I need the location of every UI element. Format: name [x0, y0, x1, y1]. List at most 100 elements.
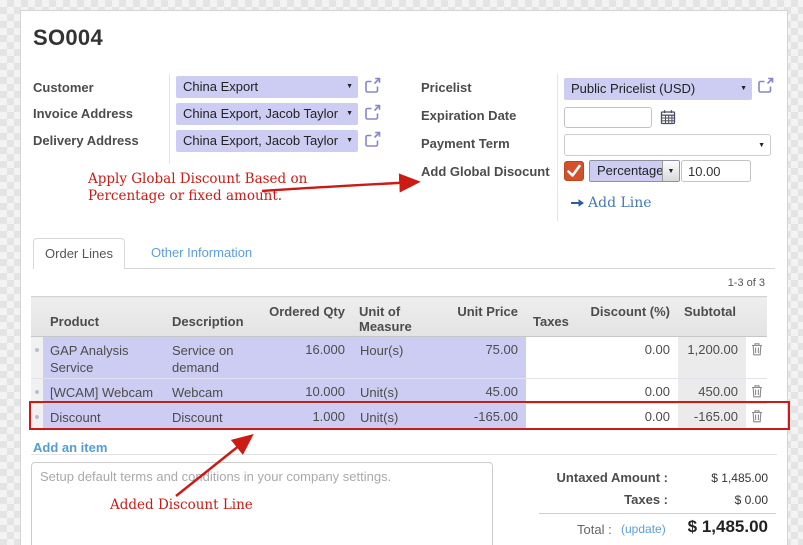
expiration-date-input[interactable]: [564, 107, 652, 128]
pager[interactable]: 1-3 of 3: [728, 277, 765, 289]
cell-taxes[interactable]: [526, 404, 584, 429]
discount-value-input[interactable]: [681, 160, 751, 182]
invoice-address-external-link-icon[interactable]: [364, 104, 381, 121]
cell-product[interactable]: [WCAM] Webcam: [43, 379, 165, 404]
discount-type-select[interactable]: Percentage ▼: [589, 160, 680, 182]
invoice-address-label: Invoice Address: [33, 106, 133, 121]
annotation-line-3: Added Discount Line: [110, 497, 253, 513]
pricelist-external-link-icon[interactable]: [757, 77, 774, 94]
taxes-total-value: $ 0.00: [638, 493, 768, 507]
cell-qty[interactable]: 1.000: [263, 404, 353, 429]
cell-description[interactable]: Webcam: [165, 379, 263, 404]
table-row-discount[interactable]: Discount Discount 1.000 Unit(s) -165.00 …: [31, 404, 767, 429]
cell-qty[interactable]: 10.000: [263, 379, 353, 404]
tab-order-lines[interactable]: Order Lines: [33, 238, 125, 269]
delete-row-icon[interactable]: [751, 409, 763, 426]
payment-term-select[interactable]: ▼: [564, 134, 771, 156]
global-discount-checkbox[interactable]: [564, 161, 584, 181]
total-label: Total :: [577, 522, 612, 537]
cell-unit-price[interactable]: 75.00: [451, 337, 526, 379]
delivery-address-external-link-icon[interactable]: [364, 131, 381, 148]
customer-external-link-icon[interactable]: [364, 77, 381, 94]
chevron-down-icon: ▼: [346, 130, 353, 152]
annotation-added-discount-line: Added Discount Line: [110, 497, 253, 514]
annotation-line-1: Apply Global Discount Based on: [88, 171, 307, 187]
cell-qty[interactable]: 16.000: [263, 337, 353, 379]
cell-unit-price[interactable]: -165.00: [451, 404, 526, 429]
untaxed-amount-value: $ 1,485.00: [638, 471, 768, 485]
cell-discount[interactable]: 0.00: [584, 404, 678, 429]
cell-discount[interactable]: 0.00: [584, 379, 678, 404]
add-an-item-link[interactable]: Add an item: [33, 440, 107, 455]
cell-subtotal: -165.00: [678, 404, 746, 429]
total-value: $ 1,485.00: [638, 517, 768, 537]
delete-row-icon[interactable]: [751, 384, 763, 401]
left-column-separator: [169, 74, 170, 164]
drag-handle-icon[interactable]: [35, 348, 39, 352]
drag-handle-icon[interactable]: [35, 415, 39, 419]
cell-product[interactable]: Discount: [43, 404, 165, 429]
row-gutter: [31, 337, 43, 379]
payment-term-label: Payment Term: [421, 136, 510, 151]
pricelist-select[interactable]: Public Pricelist (USD) ▼: [564, 78, 752, 100]
delivery-address-select[interactable]: China Export, Jacob Taylor ▼: [176, 130, 358, 152]
chevron-down-icon: ▼: [758, 135, 765, 156]
table-row[interactable]: GAP Analysis Service Service on demand 1…: [31, 337, 767, 379]
table-header-row: Product Description Ordered Qty Unit of …: [31, 297, 767, 337]
col-unit-price[interactable]: Unit Price: [451, 297, 526, 337]
col-product[interactable]: Product: [43, 297, 165, 337]
delete-row-icon[interactable]: [751, 342, 763, 359]
cell-product[interactable]: GAP Analysis Service: [43, 337, 165, 379]
calendar-icon[interactable]: [660, 109, 676, 130]
col-actions: [746, 297, 767, 337]
expiration-date-label: Expiration Date: [421, 108, 516, 123]
delivery-address-label: Delivery Address: [33, 133, 139, 148]
cell-uom[interactable]: Unit(s): [353, 379, 451, 404]
cell-uom[interactable]: Unit(s): [353, 404, 451, 429]
cell-taxes[interactable]: [526, 337, 584, 379]
gutter-header: [31, 297, 43, 337]
footer-divider: [31, 454, 777, 455]
cell-actions: [746, 404, 767, 429]
row-gutter: [31, 404, 43, 429]
add-line-label: Add Line: [588, 195, 652, 211]
chevron-down-icon: ▼: [740, 78, 747, 100]
cell-actions: [746, 337, 767, 379]
customer-select[interactable]: China Export ▼: [176, 76, 358, 98]
delivery-address-value: China Export, Jacob Taylor: [183, 133, 338, 148]
drag-handle-icon[interactable]: [35, 390, 39, 394]
customer-label: Customer: [33, 80, 94, 95]
annotation-global-discount: Apply Global Discount Based on Percentag…: [88, 171, 307, 205]
customer-value: China Export: [183, 79, 258, 94]
sale-order-card: SO004 Customer Invoice Address Delivery …: [20, 10, 788, 545]
col-taxes[interactable]: Taxes: [526, 297, 584, 337]
sale-order-page: SO004 Customer Invoice Address Delivery …: [0, 0, 803, 545]
invoice-address-select[interactable]: China Export, Jacob Taylor ▼: [176, 103, 358, 125]
chevron-down-icon: ▼: [346, 103, 353, 125]
col-ordered-qty[interactable]: Ordered Qty: [263, 297, 353, 337]
cell-uom[interactable]: Hour(s): [353, 337, 451, 379]
chevron-down-icon: ▼: [662, 161, 679, 181]
cell-taxes[interactable]: [526, 379, 584, 404]
add-line-button[interactable]: Add Line: [571, 195, 652, 211]
cell-unit-price[interactable]: 45.00: [451, 379, 526, 404]
page-title: SO004: [33, 25, 103, 51]
tab-other-information[interactable]: Other Information: [137, 238, 266, 269]
cell-actions: [746, 379, 767, 404]
col-description[interactable]: Description: [165, 297, 263, 337]
cell-description[interactable]: Service on demand: [165, 337, 263, 379]
col-unit-of-measure[interactable]: Unit of Measure: [353, 297, 451, 337]
pricelist-label: Pricelist: [421, 80, 472, 95]
col-subtotal[interactable]: Subtotal: [678, 297, 746, 337]
terms-notes-textarea[interactable]: [31, 462, 493, 545]
table-row[interactable]: [WCAM] Webcam Webcam 10.000 Unit(s) 45.0…: [31, 379, 767, 404]
annotation-line-2: Percentage or fixed amount.: [88, 188, 282, 204]
row-gutter: [31, 379, 43, 404]
cell-subtotal: 450.00: [678, 379, 746, 404]
pricelist-value: Public Pricelist (USD): [571, 81, 695, 96]
cell-description[interactable]: Discount: [165, 404, 263, 429]
chevron-down-icon: ▼: [346, 76, 353, 98]
col-discount[interactable]: Discount (%): [584, 297, 678, 337]
cell-discount[interactable]: 0.00: [584, 337, 678, 379]
discount-type-value: Percentage: [590, 161, 662, 181]
